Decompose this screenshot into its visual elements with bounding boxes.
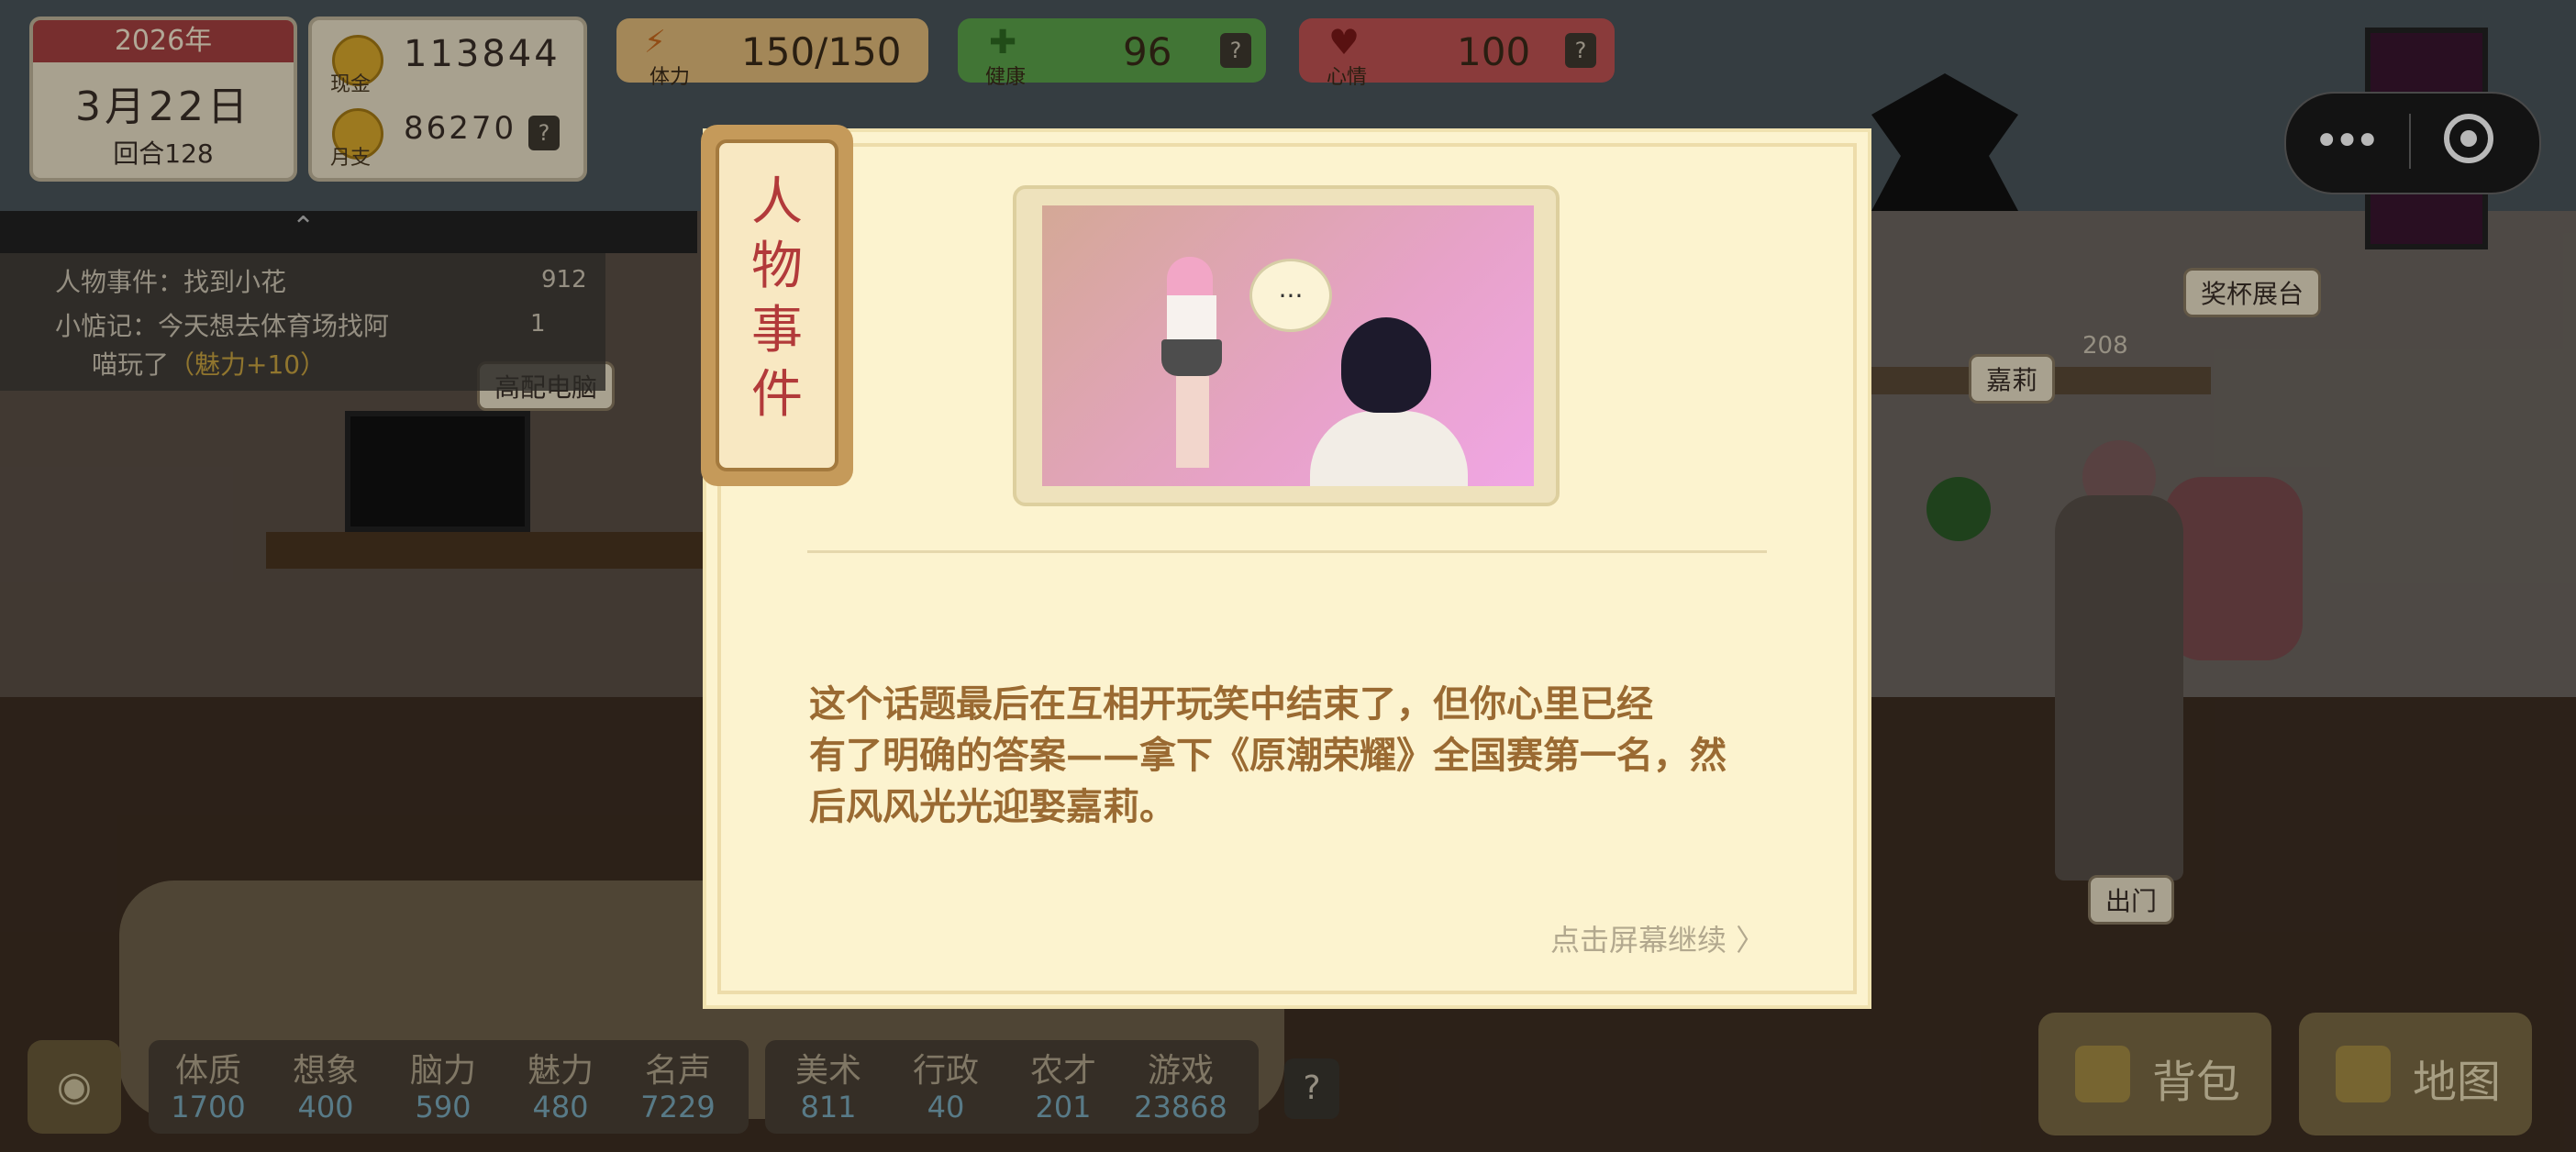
- girl-figure-legs: [1176, 376, 1209, 468]
- modal-divider: [807, 550, 1767, 553]
- boy-figure-head: [1341, 317, 1431, 413]
- event-story-text: 这个话题最后在互相开玩笑中结束了，但你心里已经 有了明确的答案——拿下《原潮荣耀…: [809, 682, 1727, 828]
- girl-figure-skirt: [1161, 339, 1222, 376]
- speech-bubble: ...: [1249, 259, 1332, 332]
- girl-figure-shirt: [1167, 295, 1216, 341]
- event-type-label: 人 物 事 件: [751, 172, 803, 425]
- continue-hint[interactable]: 点击屏幕继续 〉: [1550, 917, 1765, 959]
